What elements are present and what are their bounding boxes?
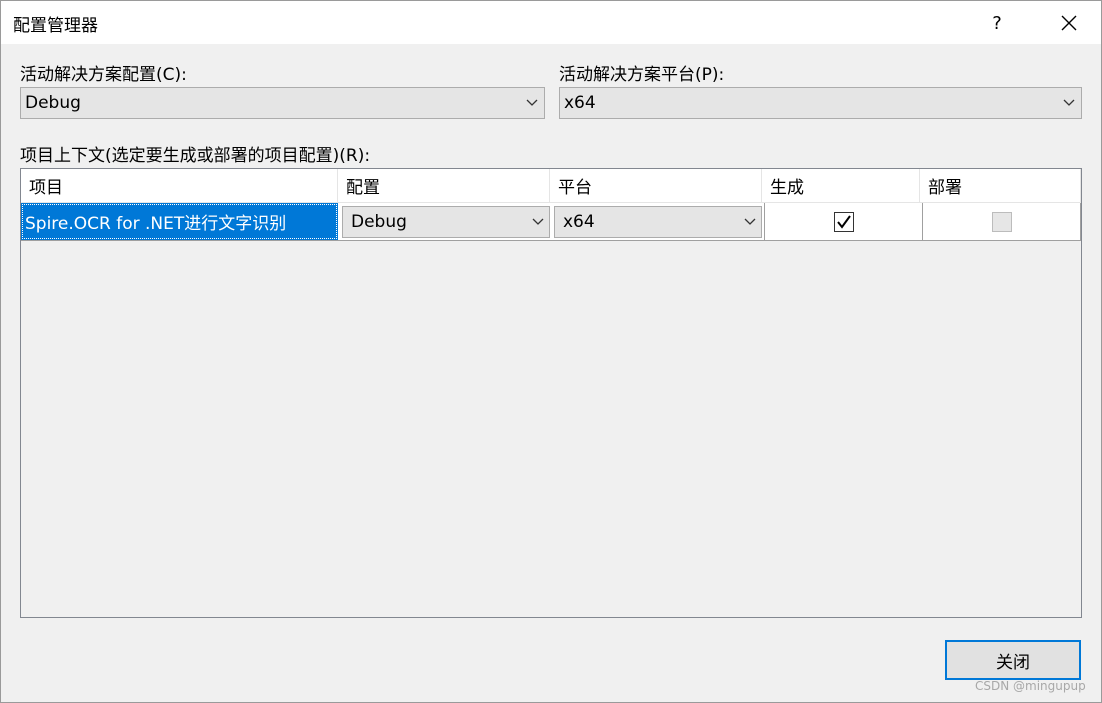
chevron-down-icon	[520, 88, 544, 118]
project-config-grid: 项目 配置 平台 生成 部署 Spire.OCR for .NET进行文字识别 …	[20, 168, 1082, 618]
solution-config-value: Debug	[25, 93, 81, 113]
chevron-down-icon	[527, 218, 549, 226]
help-button[interactable]: ?	[979, 5, 1015, 41]
header-config[interactable]: 配置	[338, 169, 550, 203]
close-button[interactable]: 关闭	[945, 640, 1081, 680]
config-cell: Debug	[340, 203, 552, 240]
project-context-label: 项目上下文(选定要生成或部署的项目配置)(R):	[20, 146, 371, 166]
row-config-dropdown[interactable]: Debug	[342, 205, 550, 238]
solution-platform-label: 活动解决方案平台(P):	[559, 65, 725, 85]
watermark: CSDN @mingupup	[975, 679, 1086, 693]
row-config-value: Debug	[351, 211, 407, 232]
header-build[interactable]: 生成	[762, 169, 920, 203]
build-checkbox[interactable]	[833, 211, 854, 232]
row-platform-dropdown[interactable]: x64	[554, 205, 762, 238]
close-window-button[interactable]	[1051, 5, 1087, 41]
solution-config-dropdown[interactable]: Debug	[20, 87, 545, 119]
window-title: 配置管理器	[13, 16, 98, 36]
solution-platform-value: x64	[564, 93, 596, 113]
chevron-down-icon	[739, 218, 761, 226]
solution-platform-dropdown[interactable]: x64	[559, 87, 1082, 119]
deploy-checkbox[interactable]	[991, 211, 1012, 232]
table-row[interactable]: Spire.OCR for .NET进行文字识别 Debug x64	[21, 203, 1081, 241]
row-platform-value: x64	[563, 211, 595, 232]
close-icon	[1061, 15, 1077, 31]
grid-header: 项目 配置 平台 生成 部署	[21, 169, 1081, 203]
chevron-down-icon	[1057, 88, 1081, 118]
header-platform[interactable]: 平台	[550, 169, 762, 203]
header-project[interactable]: 项目	[21, 169, 338, 203]
platform-cell: x64	[552, 203, 764, 240]
header-deploy[interactable]: 部署	[920, 169, 1081, 203]
solution-config-label: 活动解决方案配置(C):	[20, 65, 187, 85]
checkmark-icon	[836, 214, 851, 229]
deploy-cell	[922, 203, 1081, 240]
project-cell[interactable]: Spire.OCR for .NET进行文字识别	[21, 203, 338, 240]
title-bar: 配置管理器 ?	[0, 0, 1102, 44]
build-cell	[764, 203, 922, 240]
